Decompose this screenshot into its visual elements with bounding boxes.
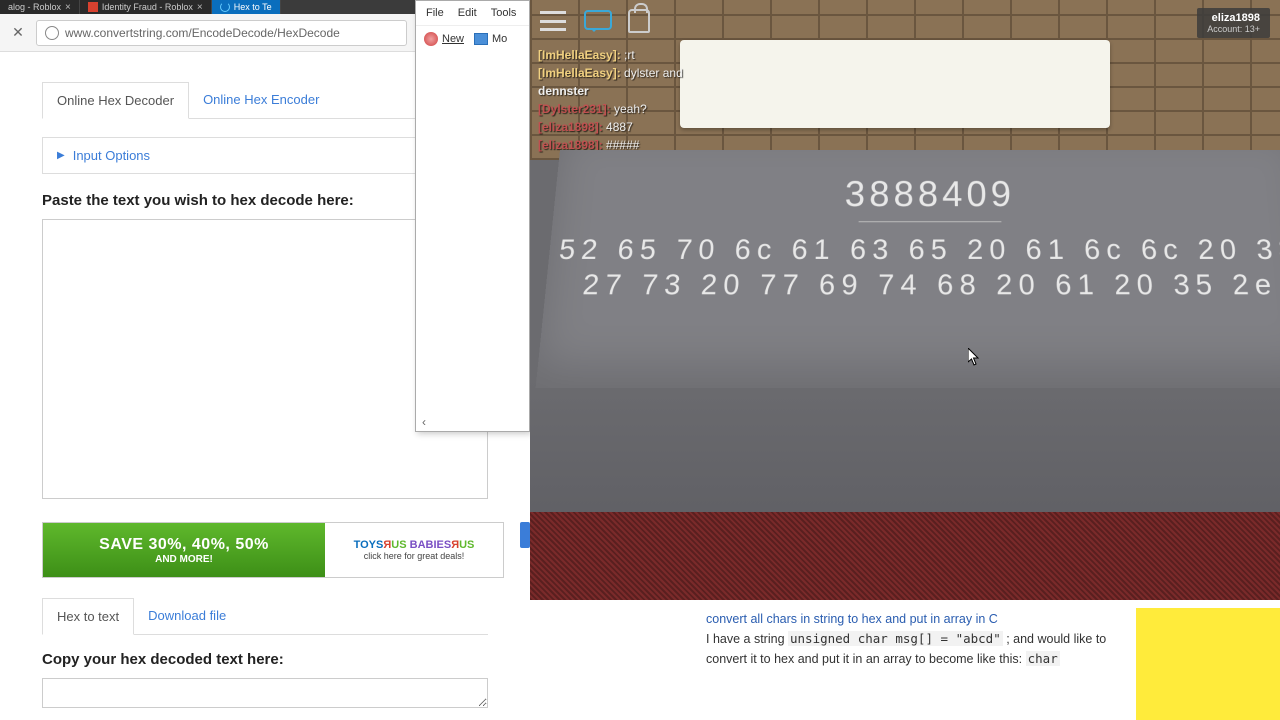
- tab-label: Identity Fraud - Roblox: [102, 2, 193, 12]
- yellow-panel: [1136, 608, 1280, 720]
- chat-line: [eliza1898]: 4887: [538, 118, 788, 136]
- tab-label: Hex to Te: [234, 2, 272, 12]
- chat-line: [ImHellaEasy]: dylster and: [538, 64, 788, 82]
- stop-icon[interactable]: ✕: [8, 23, 28, 43]
- puzzle-number: 3888409: [844, 173, 1015, 215]
- copy-label: Copy your hex decoded text here:: [42, 651, 488, 668]
- hex-code-line: 27 73 20 77 69 74 68 20 61 20 35 2e: [581, 267, 1279, 303]
- grey-wall: [530, 380, 1280, 520]
- expand-left-icon[interactable]: ‹: [422, 415, 426, 429]
- code-snippet: unsigned char msg[] = "abcd": [788, 631, 1003, 646]
- roblox-icon: [88, 2, 98, 12]
- toolbar: New Mo: [416, 25, 529, 52]
- url-text: www.convertstring.com/EncodeDecode/HexDe…: [65, 26, 340, 40]
- divider: [859, 221, 1002, 222]
- menu-tools[interactable]: Tools: [491, 7, 517, 19]
- new-icon: [424, 32, 438, 46]
- roblox-game-viewport[interactable]: eliza1898 Account: 13+ [ImHellaEasy]: ;r…: [530, 0, 1280, 600]
- code-snippet: char: [1026, 651, 1060, 666]
- carpet-floor: [530, 512, 1280, 600]
- mouse-cursor-icon: [968, 348, 980, 366]
- toysrus-logo: TOYSЯUS BABIESЯUS: [354, 539, 475, 551]
- browser-tab[interactable]: Hex to Te: [212, 0, 281, 14]
- search-result-snippet: convert all chars in string to hex and p…: [700, 604, 1130, 675]
- inventory-icon[interactable]: [628, 9, 650, 33]
- chat-line: [Dylster231]: yeah?: [538, 100, 788, 118]
- puzzle-display: 3888409 52 65 70 6c 61 63 65 20 61 6c 6c…: [536, 150, 1280, 388]
- ad-sublabel: click here for great deals!: [364, 551, 465, 561]
- menu-bar: File Edit Tools: [416, 1, 529, 25]
- address-bar: ✕ www.convertstring.com/EncodeDecode/Hex…: [0, 14, 415, 52]
- secondary-window[interactable]: File Edit Tools New Mo ‹: [415, 0, 530, 432]
- snippet-link[interactable]: convert all chars in string to hex and p…: [706, 612, 998, 626]
- account-age: Account: 13+: [1207, 24, 1260, 34]
- close-icon[interactable]: ×: [65, 2, 71, 13]
- menu-file[interactable]: File: [426, 7, 444, 19]
- tab-label: alog - Roblox: [8, 2, 61, 12]
- ad-text: SAVE 30%, 40%, 50% AND MORE!: [43, 536, 325, 565]
- chat-line: [ImHellaEasy]: ;rt: [538, 46, 788, 64]
- hamburger-icon[interactable]: [540, 11, 566, 31]
- tab-hex-to-text[interactable]: Hex to text: [42, 598, 134, 635]
- decoded-output-textarea[interactable]: [42, 678, 488, 708]
- game-topbar: [530, 0, 1280, 42]
- tab-decoder[interactable]: Online Hex Decoder: [42, 82, 189, 119]
- result-tabs: Hex to text Download file: [42, 598, 488, 635]
- chat-log: [ImHellaEasy]: ;rt [ImHellaEasy]: dylste…: [538, 46, 788, 154]
- tab-encoder[interactable]: Online Hex Encoder: [189, 82, 333, 118]
- player-name: eliza1898: [1207, 12, 1260, 24]
- new-button[interactable]: New: [424, 32, 464, 46]
- ad-banner[interactable]: SAVE 30%, 40%, 50% AND MORE! TOYSЯUS BAB…: [42, 522, 504, 578]
- chat-line: dennster: [538, 82, 788, 100]
- blue-button[interactable]: [520, 522, 530, 548]
- player-badge[interactable]: eliza1898 Account: 13+: [1197, 8, 1270, 38]
- triangle-right-icon: ▶: [57, 150, 65, 161]
- browser-tab[interactable]: alog - Roblox ×: [0, 0, 80, 14]
- url-input[interactable]: www.convertstring.com/EncodeDecode/HexDe…: [36, 20, 407, 46]
- mo-button[interactable]: Mo: [474, 33, 507, 45]
- chat-icon[interactable]: [584, 10, 610, 32]
- menu-edit[interactable]: Edit: [458, 7, 477, 19]
- loading-icon: [220, 2, 230, 12]
- ad-logo-box: TOYSЯUS BABIESЯUS click here for great d…: [325, 523, 503, 577]
- hex-code-line: 52 65 70 6c 61 63 65 20 61 6c 6c 20 38: [558, 232, 1280, 267]
- globe-icon: [45, 26, 59, 40]
- tab-download-file[interactable]: Download file: [134, 598, 240, 634]
- browser-tab[interactable]: Identity Fraud - Roblox ×: [80, 0, 212, 14]
- close-icon[interactable]: ×: [197, 2, 203, 13]
- input-options-label: Input Options: [73, 148, 150, 163]
- window-icon: [474, 33, 488, 45]
- snippet-text: I have a string: [706, 632, 788, 646]
